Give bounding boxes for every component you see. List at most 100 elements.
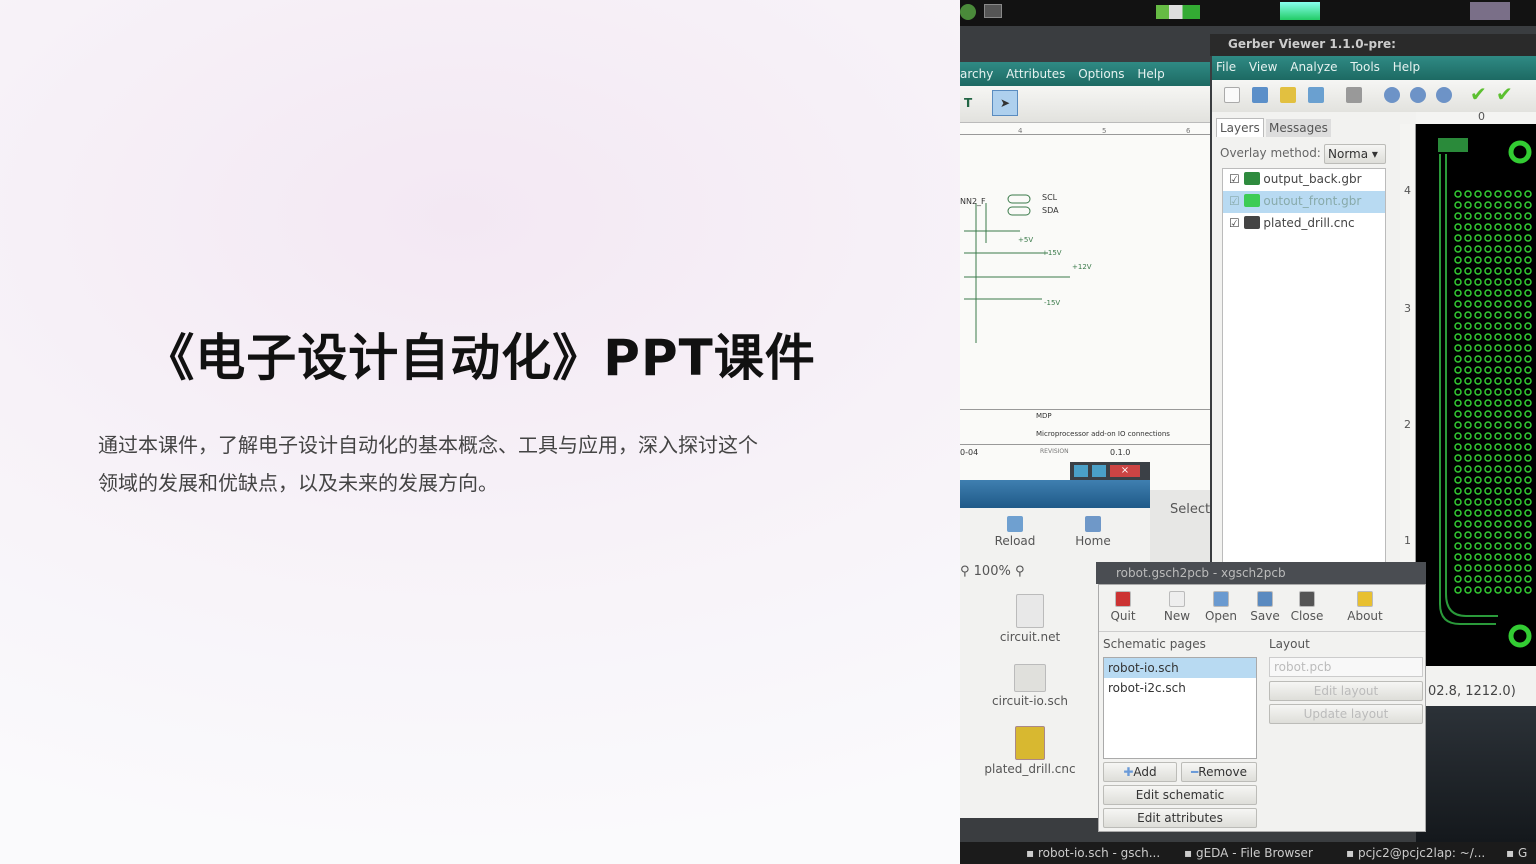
edit-attributes-button[interactable]: Edit attributes: [1103, 808, 1257, 828]
pcb-pad: [1454, 586, 1462, 594]
pcb-pad: [1524, 366, 1532, 374]
pcb-pad: [1484, 498, 1492, 506]
pcb-pad: [1484, 476, 1492, 484]
pcb-pad: [1454, 575, 1462, 583]
pcb-pad: [1454, 234, 1462, 242]
ruler-tick: 4: [1018, 127, 1023, 135]
menu-item[interactable]: Help: [1393, 60, 1420, 74]
menu-item[interactable]: Analyze: [1290, 60, 1337, 74]
pcb-pad: [1474, 586, 1482, 594]
layer-checkbox[interactable]: ☑: [1229, 172, 1240, 186]
check-icon[interactable]: ✔: [1470, 82, 1487, 106]
coordinates-readout: 02.8, 1212.0): [1428, 684, 1516, 699]
net-label: +12V: [1072, 263, 1092, 271]
menu-item[interactable]: archy: [960, 67, 993, 81]
check-icon[interactable]: ✔: [1496, 82, 1513, 106]
pcb-pad: [1514, 267, 1522, 275]
list-item[interactable]: robot-i2c.sch: [1104, 678, 1256, 698]
menu-item[interactable]: File: [1216, 60, 1236, 74]
pcb-pad: [1454, 388, 1462, 396]
pcb-pad: [1504, 333, 1512, 341]
drill-file-icon: [1015, 726, 1045, 760]
overlay-select[interactable]: Norma ▾: [1324, 144, 1386, 164]
layer-row[interactable]: ☑ plated_drill.cnc: [1223, 213, 1385, 235]
menu-item[interactable]: Help: [1137, 67, 1164, 81]
pcb-pad: [1464, 575, 1472, 583]
pcb-pad: [1514, 487, 1522, 495]
layout-field[interactable]: robot.pcb: [1269, 657, 1423, 677]
taskbar-item[interactable]: ▪ gEDA - File Browser: [1184, 842, 1313, 864]
net-label: SCL: [1042, 193, 1058, 202]
reload-button[interactable]: Reload: [990, 516, 1040, 548]
about-button[interactable]: About: [1345, 591, 1385, 623]
maximize-button[interactable]: [1092, 465, 1106, 477]
menu-item[interactable]: View: [1249, 60, 1277, 74]
zoom-fit-icon[interactable]: [1436, 87, 1452, 103]
text-tool-icon[interactable]: T: [964, 96, 972, 110]
pcb-canvas[interactable]: [1416, 124, 1536, 666]
open-icon[interactable]: [1252, 87, 1268, 103]
pcb-pad: [1484, 201, 1492, 209]
minimize-button[interactable]: [1074, 465, 1088, 477]
pcb-pad: [1494, 520, 1502, 528]
file-item[interactable]: circuit.net: [990, 594, 1070, 644]
reload-icon[interactable]: [1280, 87, 1296, 103]
file-item[interactable]: circuit-io.sch: [990, 664, 1070, 708]
edit-schematic-button[interactable]: Edit schematic: [1103, 785, 1257, 805]
pcb-pad: [1474, 564, 1482, 572]
taskbar-item[interactable]: ▪ robot-io.sch - gsch...: [1026, 842, 1160, 864]
new-icon[interactable]: [1224, 87, 1240, 103]
layer-row[interactable]: ☑ output_back.gbr: [1223, 169, 1385, 191]
select-pointer-icon[interactable]: ➤: [992, 90, 1018, 116]
pcb-pad: [1474, 300, 1482, 308]
layer-checkbox[interactable]: ☑: [1229, 194, 1240, 208]
close-button[interactable]: ×: [1110, 465, 1140, 477]
pcb-pad: [1474, 190, 1482, 198]
export-icon[interactable]: [1308, 87, 1324, 103]
pcb-pad: [1464, 333, 1472, 341]
layer-row[interactable]: ☑ outout_front.gbr: [1223, 191, 1385, 213]
edit-layout-button[interactable]: Edit layout: [1269, 681, 1423, 701]
zoom-out-icon[interactable]: [1410, 87, 1426, 103]
new-button[interactable]: New: [1157, 591, 1197, 623]
ruler-tick: 2: [1404, 418, 1411, 431]
pcb-pad: [1484, 245, 1492, 253]
quit-button[interactable]: Quit: [1103, 591, 1143, 623]
globe-icon: [960, 4, 976, 20]
schematic-statusbar: Select: [1150, 490, 1210, 562]
print-icon[interactable]: [1346, 87, 1362, 103]
pcb-pad: [1524, 245, 1532, 253]
taskbar-item[interactable]: ▪ G: [1506, 842, 1527, 864]
list-item[interactable]: robot-io.sch: [1104, 658, 1256, 678]
pcb-pad: [1454, 278, 1462, 286]
layer-checkbox[interactable]: ☑: [1229, 216, 1240, 230]
home-button[interactable]: Home: [1068, 516, 1118, 548]
taskbar-item[interactable]: ▪ pcjc2@pcjc2lap: ~/...: [1346, 842, 1485, 864]
zoom-in-icon[interactable]: [1384, 87, 1400, 103]
schematic-canvas[interactable]: 4 5 6 NN2_F SCL SDA +5V +15V +12V -15V M…: [960, 122, 1210, 490]
pcb-pad: [1484, 520, 1492, 528]
menu-item[interactable]: Tools: [1350, 60, 1380, 74]
pcb-pad: [1484, 344, 1492, 352]
close-button[interactable]: Close: [1287, 591, 1327, 623]
filebrowser-header: [960, 480, 1150, 508]
file-item[interactable]: plated_drill.cnc: [982, 726, 1078, 776]
remove-button[interactable]: ━Remove: [1181, 762, 1257, 782]
pcb-pad: [1484, 289, 1492, 297]
pcb-pad: [1514, 355, 1522, 363]
save-button[interactable]: Save: [1245, 591, 1285, 623]
update-layout-button[interactable]: Update layout: [1269, 704, 1423, 724]
pcb-pad: [1484, 465, 1492, 473]
toolbar-label: Open: [1204, 609, 1238, 623]
pcb-pad: [1524, 212, 1532, 220]
pcb-pad: [1504, 432, 1512, 440]
pcb-pad: [1464, 322, 1472, 330]
open-button[interactable]: Open: [1201, 591, 1241, 623]
tab-messages[interactable]: Messages: [1266, 119, 1331, 137]
menu-item[interactable]: Options: [1078, 67, 1124, 81]
pcb-pad: [1504, 201, 1512, 209]
workspace-switcher[interactable]: [1280, 2, 1320, 20]
add-button[interactable]: ✚Add: [1103, 762, 1177, 782]
menu-item[interactable]: Attributes: [1006, 67, 1065, 81]
tab-layers[interactable]: Layers: [1216, 118, 1264, 137]
